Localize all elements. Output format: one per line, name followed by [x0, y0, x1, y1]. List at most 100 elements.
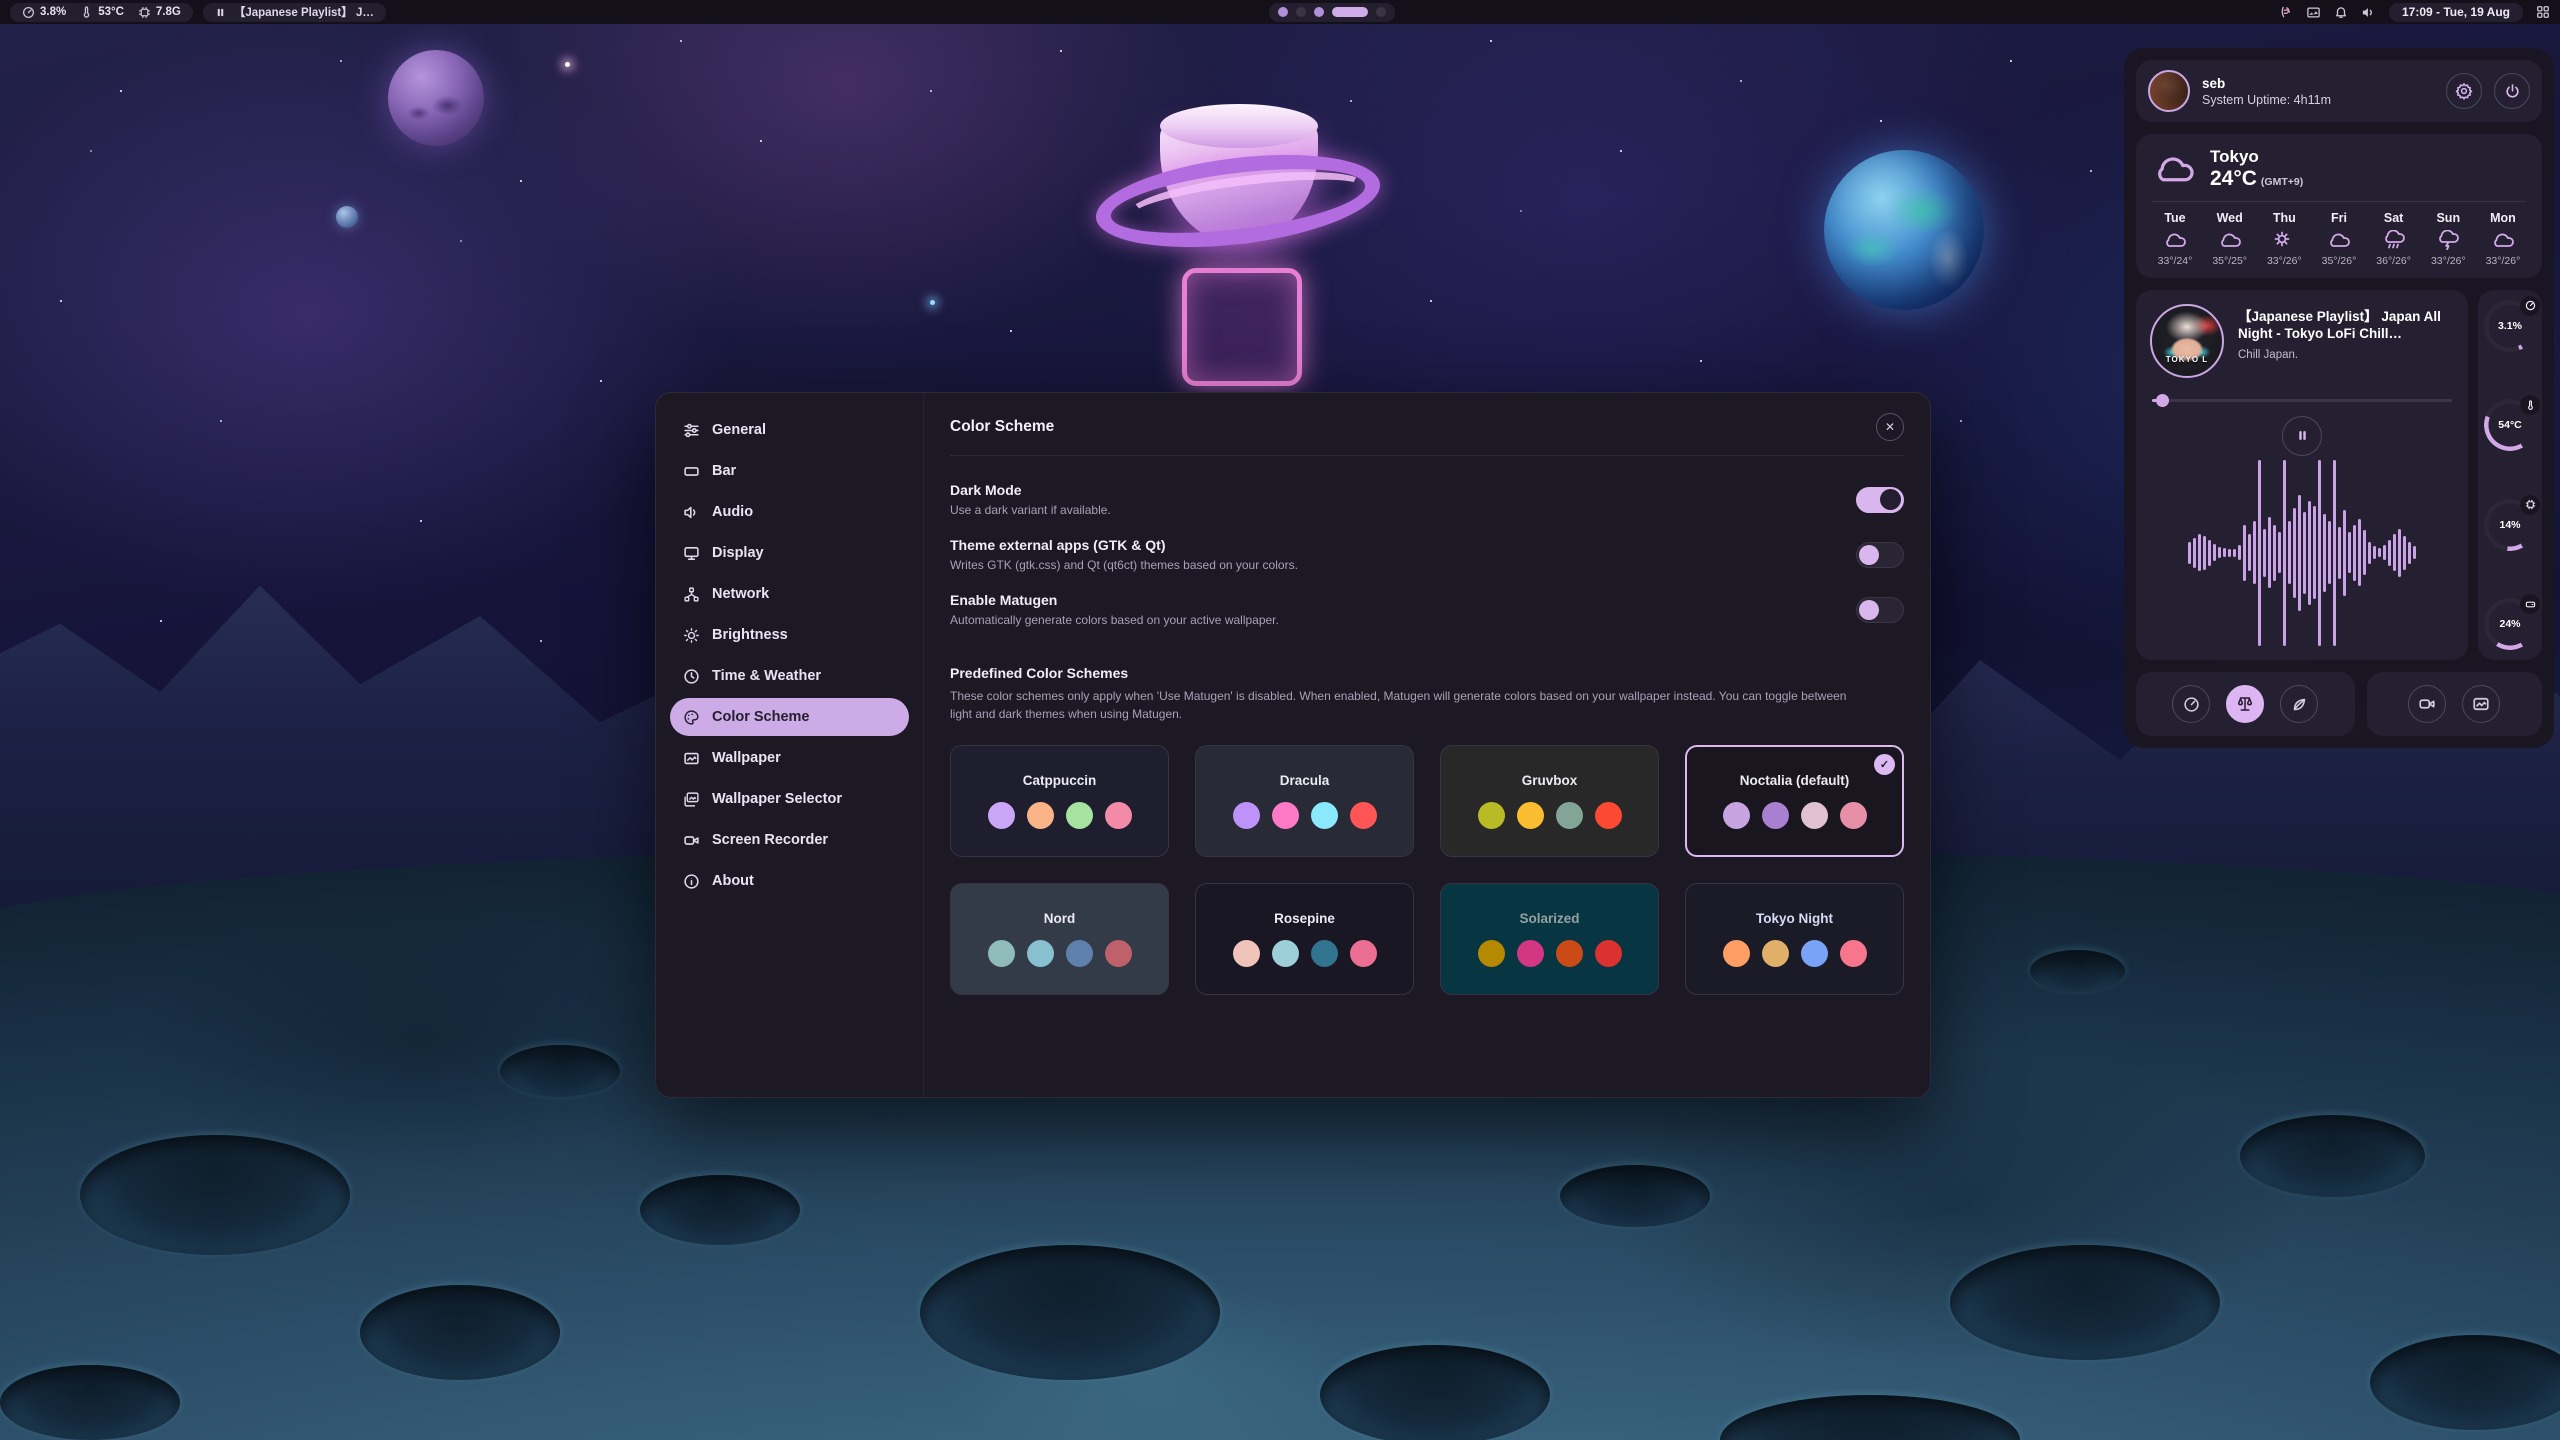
- scheme-card-nord[interactable]: Nord ✓: [950, 883, 1169, 995]
- profile-performance-button[interactable]: [2172, 685, 2210, 723]
- settings-content: Color Scheme ✕ Dark Mode Use a dark vari…: [924, 393, 1930, 1097]
- sidebar-item-color-scheme[interactable]: Color Scheme: [670, 698, 909, 736]
- visualizer-bar: [2193, 538, 2196, 568]
- sidebar-item-wallpaper-selector[interactable]: Wallpaper Selector: [670, 780, 909, 818]
- brightness-icon: [683, 627, 700, 644]
- visualizer-bar: [2353, 525, 2356, 581]
- workspace-dot-5[interactable]: [1376, 7, 1386, 17]
- thermometer-icon: [80, 6, 93, 19]
- sidebar-item-bar[interactable]: Bar: [670, 452, 909, 490]
- scheme-card-rosepine[interactable]: Rosepine ✓: [1195, 883, 1414, 995]
- visualizer-bar: [2228, 549, 2231, 556]
- power-icon: [2504, 83, 2521, 100]
- color-dot: [1801, 802, 1828, 829]
- sliders-icon: [683, 422, 700, 439]
- workspace-dot-1[interactable]: [1278, 7, 1288, 17]
- scheme-card-catppuccin[interactable]: Catppuccin ✓: [950, 745, 1169, 857]
- sidebar-item-network[interactable]: Network: [670, 575, 909, 613]
- crater: [920, 1245, 1220, 1380]
- close-button[interactable]: ✕: [1876, 413, 1904, 441]
- image-gallery-icon: [683, 791, 700, 808]
- media-pill[interactable]: 【Japanese Playlist】 J…: [203, 3, 386, 22]
- visualizer-bar: [2293, 508, 2296, 597]
- wallpaper-tool-button[interactable]: [2462, 685, 2500, 723]
- album-art: [2150, 304, 2224, 378]
- speedometer-icon: [2183, 696, 2200, 713]
- media-progress-slider[interactable]: [2152, 394, 2452, 406]
- visualizer-bar: [2358, 519, 2361, 586]
- color-dot: [1595, 940, 1622, 967]
- crater: [0, 1365, 180, 1440]
- sidebar-item-wallpaper[interactable]: Wallpaper: [670, 739, 909, 777]
- dark-mode-row: Dark Mode Use a dark variant if availabl…: [950, 482, 1904, 517]
- apps-grid-icon[interactable]: [2536, 5, 2550, 19]
- color-dot: [1762, 802, 1789, 829]
- scheme-card-noctalia[interactable]: Noctalia (default) ✓: [1685, 745, 1904, 857]
- settings-gear-button[interactable]: [2446, 73, 2482, 109]
- visualizer-bar: [2393, 534, 2396, 571]
- clock-icon: [683, 668, 700, 685]
- screen-recorder-button[interactable]: [2408, 685, 2446, 723]
- network-icon: [683, 586, 700, 603]
- media-progress-knob[interactable]: [2156, 394, 2169, 407]
- crater: [500, 1045, 620, 1097]
- wallpaper-tray-icon[interactable]: [2306, 5, 2321, 20]
- visualizer-bar: [2348, 532, 2351, 573]
- workspace-dot-3[interactable]: [1314, 7, 1324, 17]
- visualizer-bar: [2278, 532, 2281, 573]
- color-dot: [1272, 940, 1299, 967]
- pause-icon: [2296, 429, 2309, 442]
- input-method-tray-icon[interactable]: [2279, 5, 2293, 19]
- crater: [2240, 1115, 2425, 1197]
- notifications-bell-icon[interactable]: [2334, 5, 2348, 19]
- visualizer-bar: [2243, 525, 2246, 581]
- color-dot: [1723, 940, 1750, 967]
- pause-button[interactable]: [2282, 416, 2322, 456]
- volume-icon[interactable]: [2361, 5, 2376, 20]
- crater: [1950, 1245, 2220, 1360]
- profile-powersaver-button[interactable]: [2280, 685, 2318, 723]
- workspace-dot-4[interactable]: [1332, 7, 1368, 17]
- settings-sidebar: General Bar Audio Display Network Bright…: [656, 393, 924, 1097]
- visualizer-bar: [2218, 547, 2221, 558]
- visualizer-bar: [2263, 529, 2266, 577]
- sidebar-item-audio[interactable]: Audio: [670, 493, 909, 531]
- color-dot: [1311, 940, 1338, 967]
- selected-check-icon: ✓: [1874, 754, 1895, 775]
- memory-gauge: 14%: [2484, 499, 2536, 551]
- visualizer-bar: [2373, 546, 2376, 559]
- scheme-card-gruvbox[interactable]: Gruvbox ✓: [1440, 745, 1659, 857]
- visualizer-bar: [2258, 460, 2261, 646]
- sidebar-item-about[interactable]: About: [670, 862, 909, 900]
- visualizer-bar: [2378, 548, 2381, 557]
- theme-external-apps-toggle[interactable]: [1856, 542, 1904, 568]
- workspace-dot-2[interactable]: [1296, 7, 1306, 17]
- color-dot: [1517, 940, 1544, 967]
- dark-mode-toggle[interactable]: [1856, 487, 1904, 513]
- visualizer-bar: [2413, 546, 2416, 559]
- disk-icon: [2525, 599, 2536, 610]
- screen-tools-card: [2367, 672, 2542, 736]
- color-dot: [1801, 940, 1828, 967]
- scheme-card-solarized[interactable]: Solarized ✓: [1440, 883, 1659, 995]
- workspace-indicator[interactable]: [1269, 3, 1395, 22]
- temperature-gauge: 54°C: [2484, 399, 2536, 451]
- power-button[interactable]: [2494, 73, 2530, 109]
- weather-city: Tokyo: [2210, 147, 2303, 167]
- clock-pill[interactable]: 17:09 - Tue, 19 Aug: [2389, 3, 2523, 22]
- sidebar-item-display[interactable]: Display: [670, 534, 909, 572]
- media-title: 【Japanese Playlist】 Japan All Night - To…: [2238, 308, 2454, 343]
- sidebar-item-time-weather[interactable]: Time & Weather: [670, 657, 909, 695]
- crater: [640, 1175, 800, 1245]
- sidebar-item-brightness[interactable]: Brightness: [670, 616, 909, 654]
- sidebar-item-screen-recorder[interactable]: Screen Recorder: [670, 821, 909, 859]
- theme-external-apps-row: Theme external apps (GTK & Qt) Writes GT…: [950, 537, 1904, 572]
- profile-balanced-button[interactable]: [2226, 685, 2264, 723]
- system-stats-pill[interactable]: 3.8% 53°C 7.8G: [10, 3, 193, 22]
- scheme-card-tokyo-night[interactable]: Tokyo Night ✓: [1685, 883, 1904, 995]
- enable-matugen-toggle[interactable]: [1856, 597, 1904, 623]
- sidebar-item-general[interactable]: General: [670, 411, 909, 449]
- pause-icon: [215, 7, 226, 18]
- visualizer-bar: [2388, 540, 2391, 566]
- scheme-card-dracula[interactable]: Dracula ✓: [1195, 745, 1414, 857]
